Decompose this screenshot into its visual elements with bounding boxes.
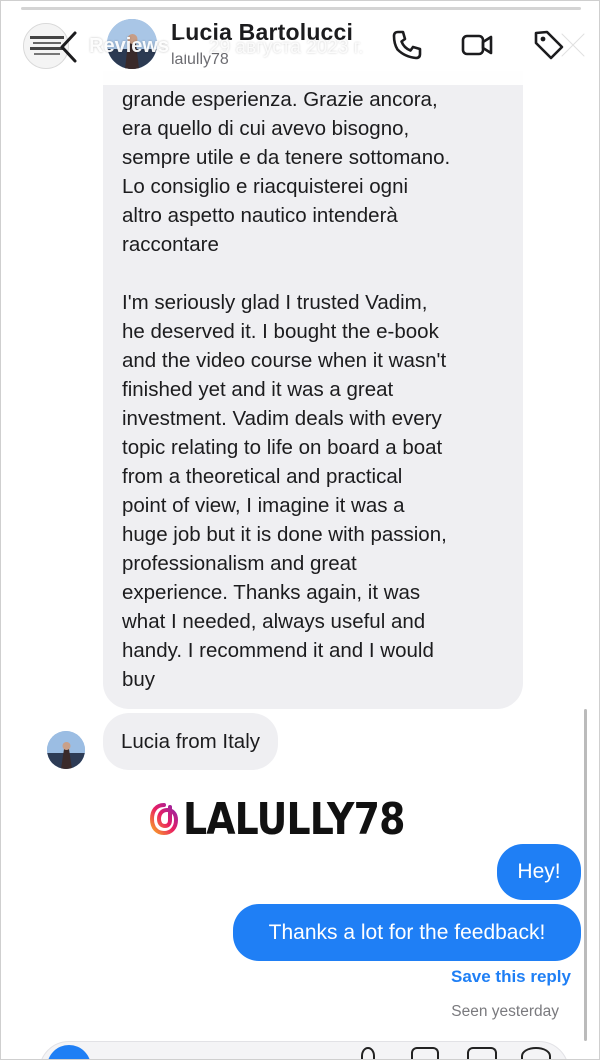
story-title[interactable]: Reviews xyxy=(89,35,192,58)
scrollbar[interactable] xyxy=(584,709,587,1041)
outgoing-message-thanks[interactable]: Thanks a lot for the feedback! xyxy=(233,904,581,961)
video-camera-icon[interactable] xyxy=(459,27,495,63)
incoming-message-signature[interactable]: Lucia from Italy xyxy=(103,713,278,770)
seen-status: Seen yesterday xyxy=(451,1003,559,1020)
gallery-icon[interactable] xyxy=(411,1047,439,1059)
add-icon[interactable] xyxy=(521,1047,551,1059)
instagram-logo-icon xyxy=(149,803,179,836)
microphone-icon[interactable] xyxy=(361,1047,375,1059)
sticker-handle-text: LALULLY78 xyxy=(183,793,405,845)
sticker-icon[interactable] xyxy=(467,1047,497,1059)
more-icon[interactable] xyxy=(497,31,525,67)
instagram-handle-sticker: LALULLY78 xyxy=(149,793,441,845)
outgoing-message-hey[interactable]: Hey! xyxy=(497,844,581,900)
back-chevron-icon[interactable] xyxy=(57,29,79,65)
chat-header: Lucia Bartolucci lalully78 Reviews 29 ав… xyxy=(1,1,599,85)
review-text-english: I'm seriously glad I trusted Vadim, he d… xyxy=(122,291,447,691)
sender-avatar[interactable] xyxy=(47,731,85,769)
story-frame: grande esperienza. Grazie ancora, era qu… xyxy=(0,0,600,1060)
story-progress-bar xyxy=(21,7,581,10)
story-title-text: Reviews xyxy=(89,35,170,57)
incoming-message-review[interactable]: grande esperienza. Grazie ancora, era qu… xyxy=(103,71,523,709)
verified-badge-icon xyxy=(175,38,192,55)
review-text-italian: grande esperienza. Grazie ancora, era qu… xyxy=(122,88,451,256)
phone-icon[interactable] xyxy=(389,27,425,63)
close-icon[interactable] xyxy=(557,29,589,61)
story-date: 29 августа 2023 г. xyxy=(209,37,364,58)
save-reply-link[interactable]: Save this reply xyxy=(451,967,571,987)
